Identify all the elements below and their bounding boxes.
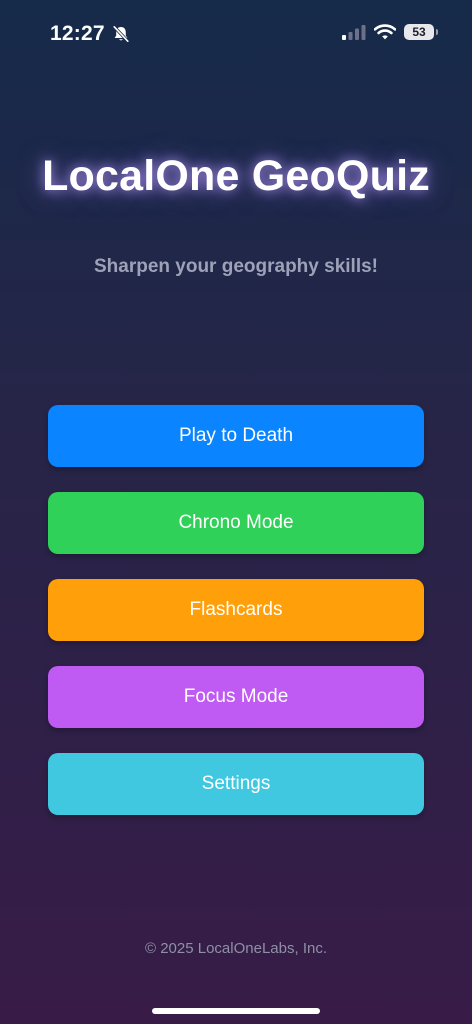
status-time-group: 12:27	[50, 22, 131, 46]
flashcards-button[interactable]: Flashcards	[48, 579, 424, 641]
battery-level: 53	[412, 25, 426, 39]
play-to-death-button[interactable]: Play to Death	[48, 405, 424, 467]
settings-button[interactable]: Settings	[48, 753, 424, 815]
app-title: LocalOne GeoQuiz	[42, 152, 430, 200]
status-bar: 12:27 53	[0, 0, 472, 70]
main-menu: Play to Death Chrono Mode Flashcards Foc…	[48, 405, 424, 840]
chrono-mode-button[interactable]: Chrono Mode	[48, 492, 424, 554]
bell-slash-icon	[112, 25, 130, 43]
copyright-text: © 2025 LocalOneLabs, Inc.	[144, 940, 327, 957]
cellular-signal-icon	[342, 25, 366, 40]
focus-mode-button[interactable]: Focus Mode	[48, 666, 424, 728]
battery-icon: 53	[404, 24, 438, 40]
status-icons: 53	[342, 24, 438, 40]
wifi-icon	[374, 24, 396, 40]
status-time: 12:27	[50, 22, 105, 45]
home-indicator[interactable]	[152, 1008, 320, 1014]
home-screen: 12:27 53 LocalOne GeoQuiz Sharpen your g…	[0, 0, 472, 1024]
app-subtitle: Sharpen your geography skills!	[93, 256, 379, 277]
